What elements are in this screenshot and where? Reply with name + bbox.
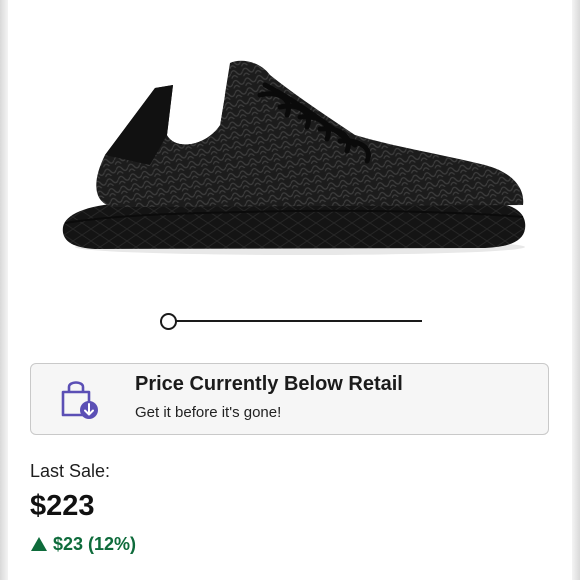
below-retail-banner: Price Currently Below Retail Get it befo… [30,363,549,435]
shopping-bag-arrow-icon [61,381,98,419]
left-edge-shadow [0,0,8,580]
banner-subtitle: Get it before it's gone! [135,404,282,421]
product-page: Price Currently Below Retail Get it befo… [0,0,580,580]
price-change: $23 (12%) [31,534,136,555]
slider-track[interactable] [168,320,422,322]
right-edge-shadow [572,0,580,580]
last-sale-label: Last Sale: [30,461,111,481]
up-arrow-icon [31,537,47,551]
price-change-value: $23 (12%) [53,534,137,554]
product-image[interactable] [55,55,530,260]
image-slider[interactable] [160,312,422,330]
banner-title: Price Currently Below Retail [135,373,403,395]
slider-thumb[interactable] [160,313,177,330]
last-sale-price: $223 [30,490,95,522]
